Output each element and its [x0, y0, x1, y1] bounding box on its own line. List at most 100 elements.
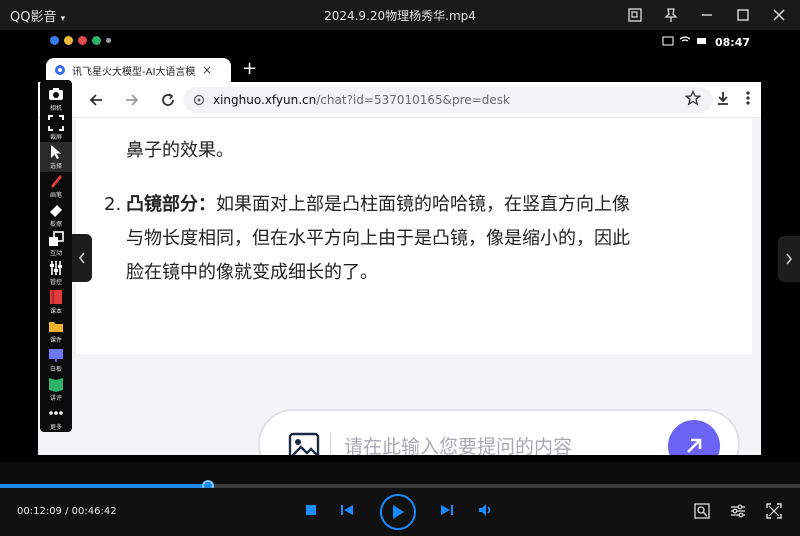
- tab-strip: 讯飞星火大模型-AI大语言模 × +: [38, 56, 761, 82]
- url-bar: xinghuo.xfyun.cn/chat?id=537010165&pre=d…: [38, 82, 761, 118]
- site-info-icon[interactable]: [193, 94, 205, 106]
- right-panel-tab[interactable]: [778, 236, 800, 282]
- tool-camera[interactable]: 相机: [40, 84, 72, 114]
- more-vert-icon[interactable]: [745, 90, 751, 106]
- app-icon: [106, 38, 111, 43]
- nav-left-exit[interactable]: [0, 455, 36, 462]
- cursor-icon: [51, 145, 61, 159]
- arrow-right-icon: [126, 93, 139, 106]
- nav-left-screen[interactable]: [36, 455, 72, 462]
- reload-icon: [162, 92, 174, 106]
- answer-line-text: 如果面对上部是凸柱面镜的哈哈镜，在竖直方向上像: [216, 194, 630, 215]
- app-icon: [92, 36, 101, 45]
- play-button[interactable]: [380, 494, 416, 530]
- player-titlebar: QQ影音 ▾ 2024.9.20物理杨秀华.mp4: [0, 0, 800, 30]
- answer-line: 凸镜部分：如果面对上部是凸柱面镜的哈哈镜，在竖直方向上像: [126, 188, 630, 222]
- app-icon: [50, 36, 59, 45]
- tool-control[interactable]: 管控: [40, 258, 72, 288]
- tool-pen[interactable]: 画笔: [40, 171, 72, 201]
- camera-icon: [49, 88, 63, 100]
- stop-button[interactable]: [305, 504, 317, 516]
- chevron-left-icon: [78, 252, 85, 264]
- volume-icon: [479, 504, 491, 516]
- time-readout: 00:12:09 / 00:46:42: [17, 506, 117, 517]
- wifi-icon: [679, 36, 691, 42]
- answer-line: 鼻子的效果。: [126, 140, 234, 161]
- tool-textbook[interactable]: 课本: [40, 287, 72, 317]
- whiteboard-icon: [49, 349, 63, 362]
- more-icon: [49, 411, 63, 415]
- screenshot-icon: [694, 503, 710, 519]
- tool-eraser[interactable]: 板擦: [40, 200, 72, 230]
- skip-next-icon: [441, 505, 453, 515]
- nav-right-exit[interactable]: [764, 455, 800, 462]
- chat-page: 鼻子的效果。 2. 凸镜部分：如果面对上部是凸柱面镜的哈哈镜，在竖直方向上像 与…: [38, 118, 761, 462]
- skip-previous-icon: [341, 505, 353, 515]
- play-icon: [393, 505, 404, 519]
- toolbar-collapse-tab[interactable]: [72, 234, 92, 282]
- tool-interact[interactable]: 互动: [40, 229, 72, 259]
- settings-button[interactable]: [730, 503, 746, 519]
- volume-button[interactable]: [478, 503, 494, 517]
- reload-button[interactable]: [154, 86, 182, 114]
- stop-icon: [306, 505, 316, 515]
- list-number: 2.: [104, 194, 122, 215]
- tablet-status-bar: 08:47: [0, 30, 800, 54]
- cast-icon: [662, 36, 674, 46]
- folder-icon: [49, 322, 63, 332]
- nav-right-screen[interactable]: [728, 455, 764, 462]
- fullscreen-button[interactable]: [766, 503, 782, 519]
- close-icon[interactable]: [768, 4, 790, 26]
- tool-courseware[interactable]: 课件: [40, 316, 72, 346]
- tool-whiteboard[interactable]: 白板: [40, 345, 72, 375]
- book-icon: [50, 290, 62, 304]
- address-input[interactable]: xinghuo.xfyun.cn/chat?id=537010165&pre=d…: [183, 87, 713, 113]
- pen-icon: [51, 175, 62, 188]
- qq-player-window: QQ影音 ▾ 2024.9.20物理杨秀华.mp4 08:47 讯飞星火大模型-…: [0, 0, 800, 536]
- tool-select[interactable]: 选择: [40, 142, 72, 172]
- control-icon: [50, 261, 62, 275]
- app-icon: [64, 36, 73, 45]
- next-button[interactable]: [440, 504, 454, 516]
- url-actions: [685, 90, 751, 106]
- maximize-icon[interactable]: [732, 4, 754, 26]
- window-controls: [624, 4, 790, 26]
- player-controls: 00:12:09 / 00:46:42: [0, 488, 800, 536]
- minimize-icon[interactable]: [696, 4, 718, 26]
- new-tab-button[interactable]: +: [242, 58, 257, 79]
- chevron-right-icon: [786, 253, 793, 265]
- screenshot-button[interactable]: [694, 503, 710, 519]
- video-frame[interactable]: 08:47 讯飞星火大模型-AI大语言模 × + xinghuo.xfyun.c…: [0, 30, 800, 462]
- fullscreen-icon: [766, 503, 782, 519]
- url-host: xinghuo.xfyun.cn: [213, 93, 317, 107]
- tab-xinghuo[interactable]: 讯飞星火大模型-AI大语言模 ×: [46, 58, 231, 82]
- item-heading: 凸镜部分: [126, 194, 198, 215]
- status-app-icons: [50, 36, 111, 45]
- url-path: /chat?id=537010165&pre=desk: [316, 93, 510, 107]
- back-button[interactable]: [82, 86, 110, 114]
- tab-title: 讯飞星火大模型-AI大语言模: [72, 66, 196, 78]
- review-icon: [49, 378, 63, 392]
- site-favicon-icon: [55, 65, 65, 75]
- item-colon: ：: [198, 194, 216, 215]
- answer-line: 与物长度相同，但在水平方向上由于是凸镜，像是缩小的，因此: [126, 228, 630, 249]
- forward-button[interactable]: [118, 86, 146, 114]
- crop-icon: [48, 115, 64, 131]
- mini-mode-icon[interactable]: [624, 4, 646, 26]
- tablet-nav-bar: [0, 455, 800, 462]
- battery-icon: [697, 38, 706, 44]
- pin-icon[interactable]: [660, 4, 682, 26]
- app-icon: [78, 36, 87, 45]
- answer-card: 鼻子的效果。 2. 凸镜部分：如果面对上部是凸柱面镜的哈哈镜，在竖直方向上像 与…: [76, 118, 752, 354]
- previous-button[interactable]: [340, 504, 354, 516]
- tool-review[interactable]: 讲评: [40, 374, 72, 404]
- download-icon[interactable]: [715, 90, 731, 106]
- tool-crop[interactable]: 裁屏: [40, 113, 72, 143]
- star-icon[interactable]: [685, 90, 701, 106]
- status-time: 08:47: [714, 36, 750, 49]
- tab-close-icon[interactable]: ×: [202, 63, 212, 77]
- browser-window: 讯飞星火大模型-AI大语言模 × + xinghuo.xfyun.cn/chat…: [38, 56, 761, 462]
- teaching-toolbar: 相机 裁屏 选择 画笔 板擦 互动 管控 课本 课件 白板 讲评 更多: [40, 80, 72, 432]
- interact-icon: [49, 231, 64, 246]
- tool-more[interactable]: 更多: [40, 403, 72, 433]
